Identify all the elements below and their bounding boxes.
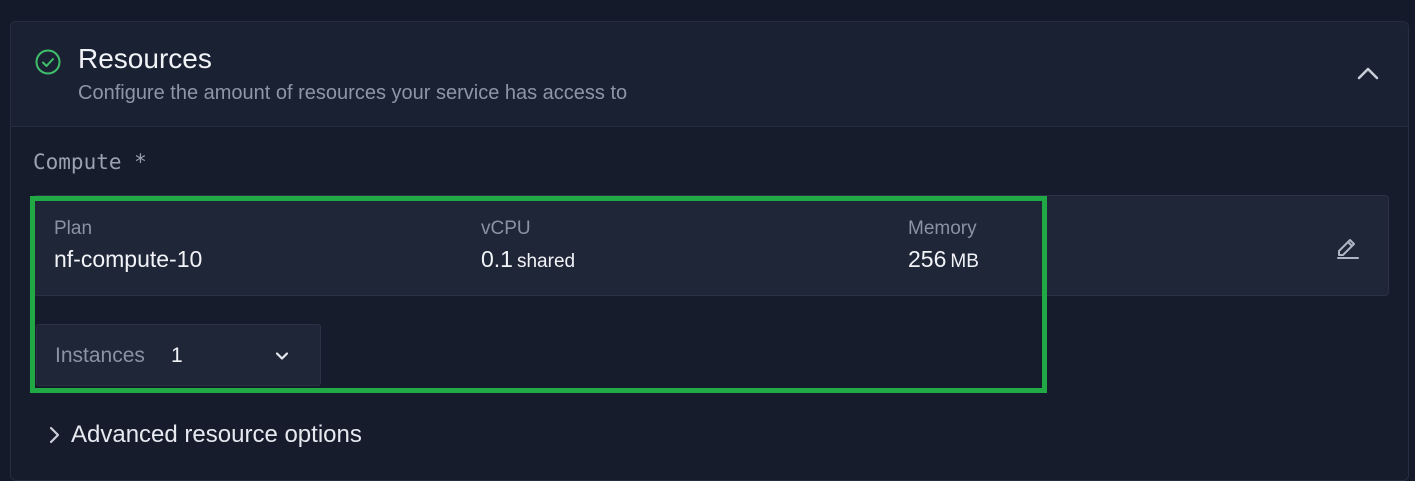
chevron-right-icon — [49, 426, 60, 444]
memory-label: Memory — [908, 218, 977, 239]
vcpu-field: vCPU 0.1 shared — [481, 218, 575, 273]
section-title: Resources — [78, 43, 212, 74]
compute-plan-row: Plan nf-compute-10 vCPU 0.1 shared Memory… — [33, 195, 1389, 296]
plan-label: Plan — [54, 218, 93, 239]
chevron-up-icon — [1357, 67, 1379, 80]
check-circle-icon — [35, 49, 61, 75]
plan-value: nf-compute-10 — [54, 246, 203, 272]
memory-value-wrap: 256 MB — [908, 246, 979, 273]
vcpu-unit: shared — [516, 251, 576, 272]
memory-unit: MB — [950, 251, 979, 272]
collapse-button[interactable] — [1351, 58, 1385, 88]
pencil-icon — [1337, 239, 1359, 259]
advanced-options-toggle[interactable]: Advanced resource options — [47, 420, 362, 450]
section-subtitle: Configure the amount of resources your s… — [78, 82, 628, 104]
vcpu-value-wrap: 0.1 shared — [481, 246, 575, 273]
vcpu-value: 0.1 — [481, 246, 513, 272]
memory-field: Memory 256 MB — [908, 218, 979, 273]
resources-panel: Resources Configure the amount of resour… — [10, 21, 1409, 481]
resources-header[interactable]: Resources Configure the amount of resour… — [11, 22, 1408, 127]
memory-value: 256 — [908, 246, 947, 272]
compute-label: Compute * — [33, 150, 147, 174]
chevron-down-icon — [275, 352, 289, 360]
advanced-options-label: Advanced resource options — [71, 421, 362, 448]
plan-field: Plan nf-compute-10 — [54, 218, 202, 273]
instances-label: Instances — [55, 344, 145, 367]
vcpu-label: vCPU — [481, 218, 531, 239]
edit-plan-button[interactable] — [1332, 230, 1364, 262]
instances-value: 1 — [171, 344, 183, 367]
instances-select[interactable]: Instances 1 — [36, 324, 321, 386]
